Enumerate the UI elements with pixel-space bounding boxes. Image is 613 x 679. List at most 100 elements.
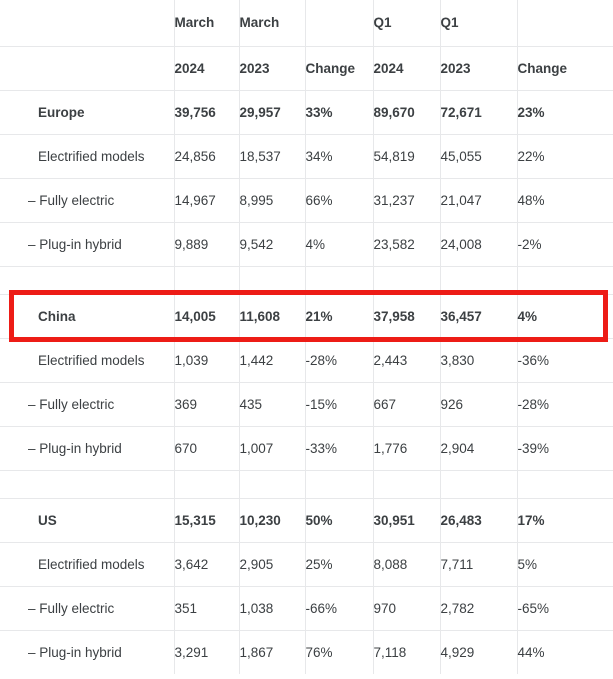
spacer-cell — [173, 469, 239, 498]
table-cell: -65% — [516, 585, 613, 630]
table-cell: 1,867 — [238, 629, 305, 674]
column-header-3-line-2: Change — [304, 45, 373, 90]
row-label: US — [0, 497, 174, 542]
table-cell: -33% — [304, 425, 373, 470]
table-header-row: March March Q1 Q1 — [0, 0, 613, 46]
table-cell: 2,782 — [439, 585, 517, 630]
table-cell: 34% — [304, 133, 373, 178]
table-cell: 66% — [304, 177, 373, 222]
column-header-1-line-1: March — [173, 0, 239, 46]
table-header-row: 2024 2023 Change 2024 2023 Change — [0, 45, 613, 90]
row-label: – Fully electric — [0, 381, 174, 426]
table-cell: 45,055 — [439, 133, 517, 178]
spacer-cell — [372, 265, 440, 294]
table-cell: 970 — [372, 585, 440, 630]
table-row: US 15,315 10,230 50% 30,951 26,483 17% — [0, 497, 613, 542]
table-cell: 1,007 — [238, 425, 305, 470]
column-header-4-line-2: 2024 — [372, 45, 440, 90]
table-row: – Fully electric 14,967 8,995 66% 31,237 21,0… — [0, 177, 613, 222]
table-cell: 23% — [516, 89, 613, 134]
table-cell: 21,047 — [439, 177, 517, 222]
spacer-cell — [439, 469, 517, 498]
table-cell: 435 — [238, 381, 305, 426]
spacer-cell — [516, 469, 613, 498]
table-row: Europe 39,756 29,957 33% 89,670 72,671 23% — [0, 89, 613, 134]
column-header-2-line-1: March — [238, 0, 305, 46]
table-cell: 667 — [372, 381, 440, 426]
row-label: – Fully electric — [0, 585, 174, 630]
row-label: Electrified models — [0, 133, 174, 178]
table-cell: 7,118 — [372, 629, 440, 674]
table-cell: 7,711 — [439, 541, 517, 586]
column-header-6-line-1 — [516, 0, 613, 46]
table-cell: -36% — [516, 337, 613, 382]
table-cell: 3,642 — [173, 541, 239, 586]
table-row: Electrified models 1,039 1,442 -28% 2,443 3,8… — [0, 337, 613, 382]
table-cell: 39,756 — [173, 89, 239, 134]
table-cell: 76% — [304, 629, 373, 674]
row-label: Electrified models — [0, 337, 174, 382]
row-label: Electrified models — [0, 541, 174, 586]
table-cell: 72,671 — [439, 89, 517, 134]
table-cell: 23,582 — [372, 221, 440, 266]
row-label: China — [0, 293, 174, 338]
spacer-cell — [439, 265, 517, 294]
table-cell: 9,889 — [173, 221, 239, 266]
row-label: – Plug-in hybrid — [0, 629, 174, 674]
spacer-cell — [0, 469, 174, 498]
table-cell: 8,995 — [238, 177, 305, 222]
column-header-1-line-2: 2024 — [173, 45, 239, 90]
spacer-cell — [304, 469, 373, 498]
table-cell: 24,856 — [173, 133, 239, 178]
table-cell: -2% — [516, 221, 613, 266]
table-cell: 31,237 — [372, 177, 440, 222]
table-cell: 3,291 — [173, 629, 239, 674]
table-cell: -39% — [516, 425, 613, 470]
table-cell: 926 — [439, 381, 517, 426]
spacer-cell — [238, 469, 305, 498]
table-cell: 25% — [304, 541, 373, 586]
table-cell: 36,457 — [439, 293, 517, 338]
spacer-cell — [0, 265, 174, 294]
table-cell: -66% — [304, 585, 373, 630]
table-cell: -15% — [304, 381, 373, 426]
table-cell: 351 — [173, 585, 239, 630]
column-header-5-line-2: 2023 — [439, 45, 517, 90]
table-row: Electrified models 3,642 2,905 25% 8,088 7,71… — [0, 541, 613, 586]
table-cell: -28% — [516, 381, 613, 426]
table-cell: 18,537 — [238, 133, 305, 178]
table-row: China 14,005 11,608 21% 37,958 36,457 4% — [0, 293, 613, 338]
table-cell: 2,905 — [238, 541, 305, 586]
table-cell: 369 — [173, 381, 239, 426]
row-label: – Plug-in hybrid — [0, 221, 174, 266]
section-spacer-row — [0, 469, 613, 498]
table-cell: -28% — [304, 337, 373, 382]
table-cell: 2,443 — [372, 337, 440, 382]
row-label: Europe — [0, 89, 174, 134]
header-corner-cell — [0, 45, 174, 90]
table-cell: 2,904 — [439, 425, 517, 470]
row-label: – Plug-in hybrid — [0, 425, 174, 470]
table-cell: 21% — [304, 293, 373, 338]
column-header-3-line-1 — [304, 0, 373, 46]
vehicle-sales-table: March March Q1 Q1 2024 2023 Change 2024 2023 Chan… — [0, 0, 613, 674]
table-cell: 670 — [173, 425, 239, 470]
table-cell: 4% — [516, 293, 613, 338]
table-row: – Plug-in hybrid 9,889 9,542 4% 23,582 24,008… — [0, 221, 613, 266]
table-cell: 4% — [304, 221, 373, 266]
spacer-cell — [516, 265, 613, 294]
header-corner-cell — [0, 0, 174, 46]
column-header-5-line-1: Q1 — [439, 0, 517, 46]
table-cell: 15,315 — [173, 497, 239, 542]
spacer-cell — [372, 469, 440, 498]
table-cell: 11,608 — [238, 293, 305, 338]
column-header-4-line-1: Q1 — [372, 0, 440, 46]
spacer-cell — [304, 265, 373, 294]
spacer-cell — [238, 265, 305, 294]
table-cell: 5% — [516, 541, 613, 586]
table-cell: 9,542 — [238, 221, 305, 266]
table-row: – Plug-in hybrid 3,291 1,867 76% 7,118 4,929 4… — [0, 629, 613, 674]
table-cell: 1,776 — [372, 425, 440, 470]
table-cell: 1,039 — [173, 337, 239, 382]
table-cell: 37,958 — [372, 293, 440, 338]
